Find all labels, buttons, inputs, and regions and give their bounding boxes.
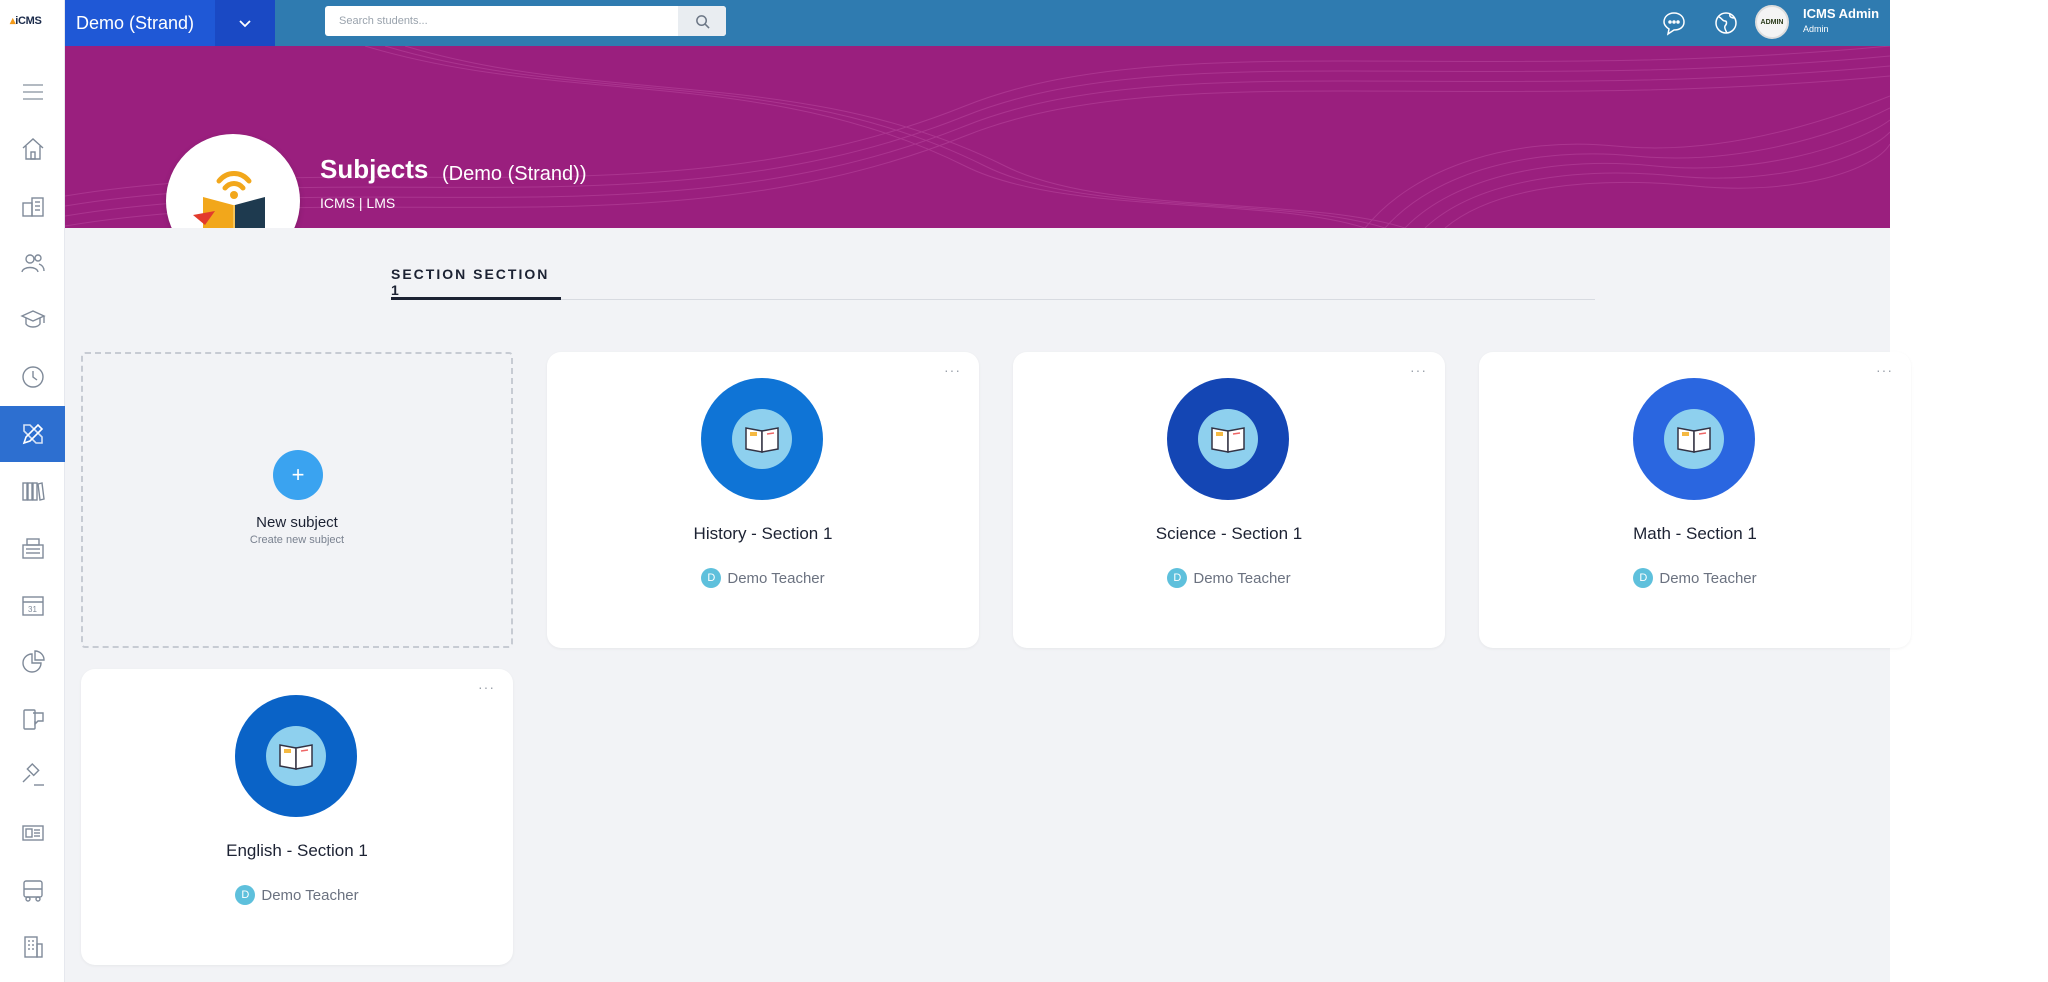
more-options-icon[interactable]: ··· <box>1410 362 1427 378</box>
teacher-name: Demo Teacher <box>1193 569 1291 587</box>
calendar-icon[interactable]: 31 <box>0 577 65 633</box>
home-icon[interactable] <box>0 121 65 177</box>
page-title: Subjects <box>320 154 429 184</box>
graduation-cap-icon[interactable] <box>0 292 65 348</box>
app-logo[interactable]: ▴iCMS <box>10 14 42 27</box>
teacher-name: Demo Teacher <box>261 886 359 904</box>
book-icon <box>1198 409 1258 469</box>
globe-icon[interactable] <box>1712 9 1740 37</box>
pencil-ruler-icon[interactable] <box>0 406 65 462</box>
subject-card[interactable]: ··· English - Section 1 D Demo Teacher <box>81 669 513 965</box>
subject-icon <box>1167 378 1289 500</box>
menu-icon[interactable] <box>0 64 65 120</box>
cashier-icon[interactable] <box>0 520 65 576</box>
section-tabs: SECTION SECTION 1 <box>391 260 1595 300</box>
add-subject-button[interactable]: + <box>273 450 323 500</box>
teacher-avatar: D <box>1167 568 1188 588</box>
users-icon[interactable] <box>0 235 65 291</box>
more-options-icon[interactable]: ··· <box>478 679 495 695</box>
teacher-name: Demo Teacher <box>727 569 825 587</box>
mobile-chat-icon[interactable] <box>0 691 65 747</box>
new-subject-subtitle: Create new subject <box>249 534 345 546</box>
school-icon[interactable] <box>0 178 65 234</box>
teacher-avatar: D <box>235 885 256 905</box>
chat-icon[interactable] <box>1660 9 1688 37</box>
subject-card[interactable]: ··· Science - Section 1 D Demo Teacher <box>1013 352 1445 648</box>
subject-title[interactable]: Science - Section 1 <box>1013 524 1445 544</box>
teacher-avatar: D <box>1633 568 1654 588</box>
breadcrumb: ICMS | LMS <box>320 195 396 211</box>
page-subtitle: (Demo (Strand)) <box>442 163 587 185</box>
subject-card[interactable]: ··· Math - Section 1 D Demo Teacher <box>1479 352 1911 648</box>
user-name[interactable]: ICMS Admin <box>1803 6 1879 21</box>
subject-title[interactable]: History - Section 1 <box>547 524 979 544</box>
avatar[interactable]: ADMIN <box>1755 5 1789 39</box>
book-icon <box>732 409 792 469</box>
chevron-down-icon[interactable] <box>215 0 275 46</box>
book-icon <box>1664 409 1724 469</box>
teacher: D Demo Teacher <box>1479 568 1911 588</box>
teacher-avatar: D <box>701 568 722 588</box>
subject-title[interactable]: Math - Section 1 <box>1479 524 1911 544</box>
chevron-down-icon[interactable] <box>1903 8 1913 26</box>
new-subject-card[interactable]: + New subject Create new subject <box>81 352 513 648</box>
building-icon[interactable] <box>0 919 65 975</box>
search-input[interactable] <box>325 7 675 35</box>
school-name[interactable]: Demo (Strand) <box>65 13 215 34</box>
more-options-icon[interactable]: ··· <box>1876 362 1893 378</box>
sidebar: ▴iCMS 31 <box>0 0 65 982</box>
main-content: SECTION SECTION 1 + New subject Create n… <box>65 228 1911 982</box>
book-icon <box>266 726 326 786</box>
top-bar: Demo (Strand) ADMIN ICMS Admin Admin <box>65 0 1912 46</box>
new-subject-title: New subject <box>256 514 338 531</box>
bus-icon[interactable] <box>0 862 65 918</box>
subject-icon <box>235 695 357 817</box>
teacher: D Demo Teacher <box>1013 568 1445 588</box>
teacher: D Demo Teacher <box>81 885 513 905</box>
teacher: D Demo Teacher <box>547 568 979 588</box>
subject-card[interactable]: ··· History - Section 1 D Demo Teacher <box>547 352 979 648</box>
search-icon[interactable] <box>678 6 726 36</box>
app-root: ▴iCMS 31 Demo (Strand) Search students..… <box>0 0 2048 982</box>
tab-section-1[interactable]: SECTION SECTION 1 <box>391 260 561 300</box>
library-icon[interactable] <box>0 463 65 519</box>
clock-icon[interactable] <box>0 349 65 405</box>
user-role: Admin <box>1803 24 1829 34</box>
subject-title[interactable]: English - Section 1 <box>81 841 513 861</box>
gavel-icon[interactable] <box>0 748 65 804</box>
id-card-icon[interactable] <box>0 805 65 861</box>
svg-text:31: 31 <box>28 605 37 614</box>
more-options-icon[interactable]: ··· <box>944 362 961 378</box>
subject-icon <box>701 378 823 500</box>
teacher-name: Demo Teacher <box>1659 569 1757 587</box>
pie-chart-icon[interactable] <box>0 634 65 690</box>
search-box <box>325 6 726 36</box>
school-selector[interactable]: Demo (Strand) <box>65 0 275 46</box>
subject-icon <box>1633 378 1755 500</box>
